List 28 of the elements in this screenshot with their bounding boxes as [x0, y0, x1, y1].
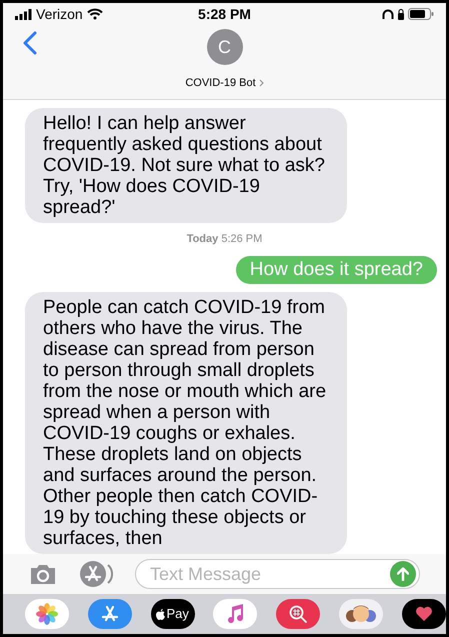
- signal-icon: [15, 8, 32, 20]
- sent-message-bubble: How does it spread?: [236, 256, 437, 284]
- received-message-bubble: People can catch COVID-19 from others who have the virus. The disease can spread from person to person through small droplets from the nose or mouth which are spread when a person with COVID-19 coughs or exhales. These droplets land on objects and surfaces around the person. Other people then catch COVID-19 by touching these objects or surfaces, then: [25, 292, 347, 554]
- heart-app-icon[interactable]: [402, 599, 446, 629]
- carrier-name: Verizon: [36, 4, 83, 24]
- music-app-icon[interactable]: [213, 599, 258, 629]
- headphones-icon: [382, 8, 394, 20]
- back-chevron-icon: [23, 31, 37, 55]
- camera-icon[interactable]: [29, 563, 57, 585]
- received-message-bubble: Hello! I can help answer frequently asked questions about COVID-19. Not sure what to ask? Try, 'How does COVID-19 spread?': [25, 108, 347, 223]
- wifi-icon: [86, 8, 103, 20]
- app-store-icon[interactable]: [79, 560, 113, 588]
- memoji-icon[interactable]: [339, 599, 384, 629]
- app-store-icon[interactable]: [88, 599, 132, 629]
- message-input[interactable]: Text Message: [150, 560, 390, 588]
- up-arrow-icon: [397, 567, 409, 581]
- chevron-right-icon: [258, 79, 264, 88]
- message-timestamp: Today 5:26 PM: [186, 232, 262, 247]
- message-input-field[interactable]: Text Message: [135, 559, 420, 589]
- image-search-icon[interactable]: [276, 599, 320, 629]
- send-button[interactable]: [390, 561, 416, 587]
- contact-name[interactable]: COVID-19 Bot: [185, 75, 256, 92]
- battery-icon: [408, 8, 434, 20]
- lock-icon: [398, 8, 404, 20]
- status-time: 5:28 PM: [197, 4, 252, 24]
- photos-app-icon[interactable]: [25, 599, 69, 629]
- apple-pay-icon[interactable]: Pay: [150, 599, 195, 629]
- back-button[interactable]: [23, 31, 37, 55]
